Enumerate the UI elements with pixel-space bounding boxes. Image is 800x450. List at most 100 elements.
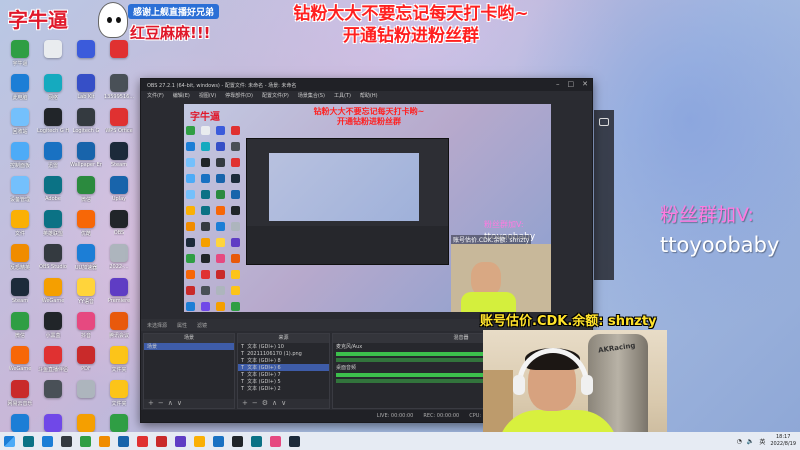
desktop-icon-label: 斗鱼直播伴侣 [37, 367, 68, 373]
volume-icon[interactable]: 🔈 [747, 438, 754, 445]
source-item[interactable]: T 文本 (GDI+) 5 [238, 378, 329, 386]
sources-dock-controls[interactable]: +−⚙∧∨ [238, 399, 329, 408]
desktop-icon[interactable]: 腾讯会议 [103, 312, 135, 346]
minimize-icon[interactable]: – [556, 80, 560, 88]
taskbar-app-icon[interactable] [80, 435, 91, 447]
desktop-icon[interactable]: 文件夹 [103, 346, 135, 380]
desktop-icon[interactable]: 英雄联盟 [37, 210, 69, 244]
desktop-icon[interactable]: Steam [4, 278, 36, 312]
obs-menu-item[interactable]: 帮助(H) [360, 92, 378, 99]
desktop-icon[interactable]: WPS Office [103, 108, 135, 142]
wifi-icon[interactable]: ◔ [737, 438, 742, 445]
desktop-icon[interactable]: 网易云音乐 [4, 380, 36, 414]
app-icon [11, 380, 29, 398]
desktop-icon[interactable]: Logitech G HUB [37, 108, 69, 142]
taskbar-app-icon[interactable] [194, 435, 205, 447]
filters-button[interactable]: 滤镜 [197, 322, 207, 329]
desktop-icon[interactable]: OBS [103, 210, 135, 244]
obs-menu-item[interactable]: 视图(V) [199, 92, 216, 99]
clock[interactable]: 18:17 2022/8/19 [770, 434, 796, 448]
source-item[interactable]: T 文本 (GDI+) 8 [238, 357, 329, 365]
source-item[interactable]: T 20211106170 (1).png [238, 350, 329, 357]
desktop-icon[interactable]: 文件夹 [103, 380, 135, 414]
thanks-banner: 感谢上舰直播好兄弟 [128, 4, 220, 19]
obs-preview-canvas[interactable]: 字牛逼 钻粉大大不要忘记每天打卡哟~ 开通钻粉进粉丝群 粉丝群加V: ttoyo… [184, 104, 551, 312]
desktop-icon[interactable]: 迅雷 [37, 142, 69, 176]
taskbar-app-icon[interactable] [137, 435, 148, 447]
desktop-icon[interactable]: Uplay [103, 176, 135, 210]
desktop-icon[interactable]: 13599516... [103, 74, 135, 108]
obs-menu-item[interactable]: 配置文件(P) [262, 92, 289, 99]
scene-item[interactable]: 场景 [144, 343, 234, 350]
desktop-icon[interactable]: 微信 [70, 176, 102, 210]
close-icon[interactable]: ✕ [582, 80, 588, 88]
desktop-icon[interactable]: Logitech G [70, 108, 102, 142]
desktop-icon[interactable]: YY语音 [70, 278, 102, 312]
taskbar-app-icon[interactable] [289, 435, 300, 447]
desktop-icon-label: 抖音 [80, 333, 91, 339]
desktop-icon[interactable]: Steam [103, 142, 135, 176]
preview-icon [216, 222, 225, 231]
desktop-icon[interactable]: Premiere [103, 278, 135, 312]
obs-menu-item[interactable]: 场景集合(S) [298, 92, 325, 99]
preview-cam-shirt [461, 292, 516, 312]
ime-indicator[interactable]: 英 [759, 437, 765, 446]
desktop-icon[interactable] [37, 380, 69, 414]
desktop-icon[interactable]: 斗鱼直播伴侣 [37, 346, 69, 380]
desktop-icon[interactable]: 回收站 [4, 108, 36, 142]
desktop-icon[interactable]: Wallpaper Engine [70, 142, 102, 176]
obs-menu-item[interactable]: 停靠部件(D) [225, 92, 253, 99]
app-icon [77, 176, 95, 194]
desktop-icon-label: 网易云音乐 [7, 401, 33, 407]
scenes-dock-controls[interactable]: +−∧∨ [144, 399, 234, 408]
desktop-icon[interactable]: 网络 [37, 74, 69, 108]
taskbar-app-icon[interactable] [232, 435, 243, 447]
maximize-icon[interactable]: □ [568, 80, 575, 88]
taskbar-app-icon[interactable] [213, 435, 224, 447]
properties-button[interactable]: 属性 [177, 322, 187, 329]
desktop-icon[interactable]: Adobe [37, 176, 69, 210]
preview-icon [186, 254, 195, 263]
source-item[interactable]: T 文本 (GDI+) 2 [238, 385, 329, 393]
taskbar-app-icon[interactable] [156, 435, 167, 447]
taskbar-app-icon[interactable] [118, 435, 129, 447]
obs-menu-item[interactable]: 编辑(E) [173, 92, 190, 99]
obs-menu-item[interactable]: 工具(T) [334, 92, 351, 99]
desktop-icon[interactable]: WeGame [4, 346, 36, 380]
taskbar-app-icon[interactable] [99, 435, 110, 447]
desktop-icon[interactable]: 微信 [4, 312, 36, 346]
desktop-icon[interactable]: 小黑盒 [37, 312, 69, 346]
desktop-icon[interactable]: Lab Kit [70, 74, 102, 108]
desktop-icon[interactable]: 抖音 [70, 312, 102, 346]
desktop-icon[interactable] [37, 40, 69, 74]
desktop-icon[interactable]: 反恐精英 [4, 244, 36, 278]
desktop-icon[interactable]: 2022-... [103, 244, 135, 278]
obs-title-bar[interactable]: OBS 27.2.1 (64-bit, windows) - 配置文件: 未命名… [141, 79, 592, 91]
desktop-icon[interactable]: UU加速器 [70, 244, 102, 278]
desktop-icon[interactable]: 宇牛逼 [4, 40, 36, 74]
desktop-icon[interactable] [70, 40, 102, 74]
desktop-icon[interactable]: 优酷 [70, 210, 102, 244]
desktop-icon[interactable]: 控制面板 [4, 142, 36, 176]
desktop-icon[interactable]: 文件 [4, 210, 36, 244]
taskbar-app-icon[interactable] [175, 435, 186, 447]
system-tray: ◔ 🔈 英 18:17 2022/8/19 [737, 434, 796, 448]
source-item[interactable]: T 文本 (GDI+) 6 [238, 364, 329, 371]
taskbar-app-icon[interactable] [251, 435, 262, 447]
taskbar-app-icon[interactable] [23, 435, 34, 447]
desktop-icon[interactable] [103, 40, 135, 74]
obs-menu-item[interactable]: 文件(F) [147, 92, 164, 99]
taskbar-app-icon[interactable] [42, 435, 53, 447]
windows-start-icon[interactable] [4, 435, 15, 447]
desktop-icon[interactable]: 此电脑 [4, 74, 36, 108]
desktop-icon[interactable]: 设备管理 [4, 176, 36, 210]
desktop-icon[interactable]: OBS Studio [37, 244, 69, 278]
source-item[interactable]: T 文本 (GDI+) 10 [238, 343, 329, 351]
desktop-icon[interactable]: PDF [70, 346, 102, 380]
taskbar-app-icon[interactable] [270, 435, 281, 447]
desktop-icon[interactable] [70, 380, 102, 414]
desktop-icon[interactable]: WeGame [37, 278, 69, 312]
app-icon [77, 312, 95, 330]
taskbar-app-icon[interactable] [61, 435, 72, 447]
source-item[interactable]: T 文本 (GDI+) 7 [238, 371, 329, 379]
